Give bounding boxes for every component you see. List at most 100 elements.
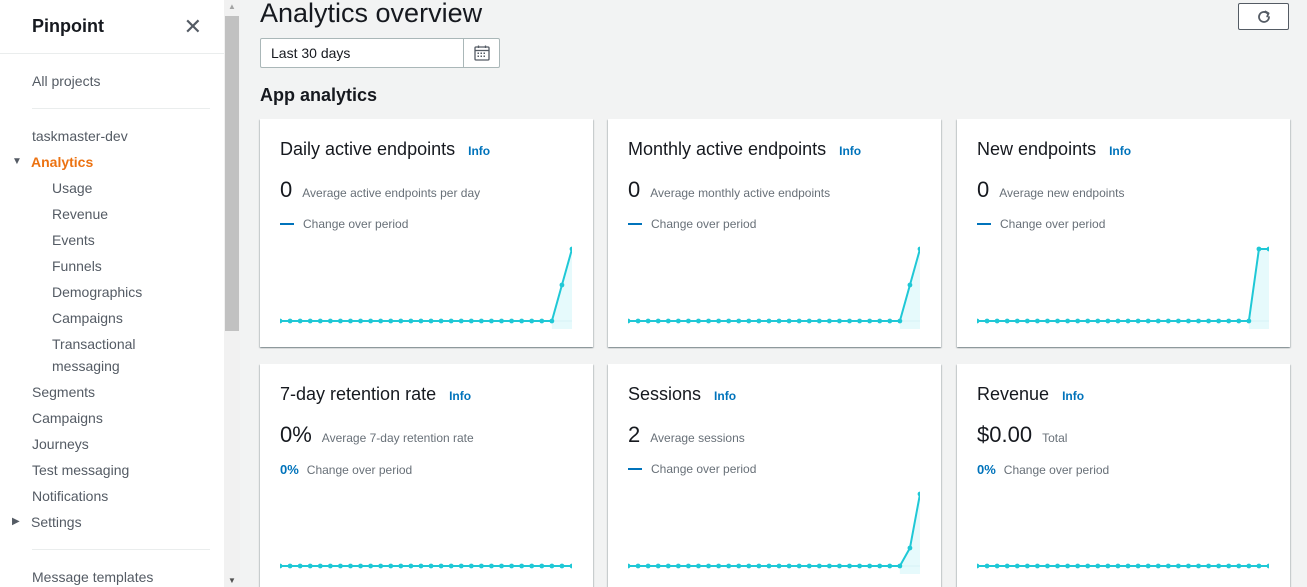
sidebar-item-all-projects[interactable]: All projects — [32, 73, 100, 89]
sparkline-point — [408, 563, 414, 569]
sidebar-item-campaigns[interactable]: Campaigns — [32, 410, 103, 426]
sparkline-point — [796, 318, 802, 324]
sidebar-item-campaigns-analytics[interactable]: Campaigns — [52, 310, 123, 326]
sparkline-point — [736, 563, 742, 569]
sidebar-item-usage[interactable]: Usage — [52, 180, 92, 196]
sidebar-item-settings[interactable]: Settings — [31, 514, 82, 530]
calendar-button[interactable] — [463, 39, 499, 67]
scroll-up-icon[interactable]: ▲ — [228, 2, 236, 11]
sparkline-point — [569, 563, 572, 569]
sparkline-point — [338, 563, 343, 569]
refresh-button[interactable] — [1238, 3, 1289, 30]
sparkline-point — [1165, 563, 1171, 569]
change-percent: 0% — [280, 462, 299, 477]
sidebar-item-transactional-messaging-line2[interactable]: messaging — [52, 358, 120, 374]
sparkline-point — [907, 545, 913, 551]
sparkline-point — [1075, 318, 1081, 324]
sparkline-point — [686, 318, 691, 324]
sparkline-point — [398, 563, 404, 569]
sparkline-point — [1135, 563, 1141, 569]
sparkline-point — [655, 318, 661, 324]
sparkline-point — [509, 563, 514, 569]
sidebar-title: Pinpoint — [32, 16, 104, 36]
sidebar-item-demographics[interactable]: Demographics — [52, 284, 142, 300]
sparkline-point — [837, 318, 842, 324]
card-title: Sessions — [628, 384, 702, 404]
sparkline-point — [468, 318, 474, 324]
sidebar-item-revenue[interactable]: Revenue — [52, 206, 108, 222]
card-header: Sessions Info — [628, 384, 736, 405]
sparkline-point — [358, 563, 363, 569]
info-link[interactable]: Info — [1062, 389, 1084, 403]
sidebar-item-events[interactable]: Events — [52, 232, 95, 248]
metric-value: 2 — [628, 422, 641, 447]
sparkline-point — [1236, 318, 1242, 324]
sparkline-point — [1085, 563, 1091, 569]
metric-row: 2 Average sessions — [628, 422, 745, 448]
caret-down-icon[interactable]: ▼ — [12, 156, 22, 167]
sidebar-item-funnels[interactable]: Funnels — [52, 258, 102, 274]
metric-label: Average monthly active endpoints — [650, 186, 831, 200]
sparkline-point — [1206, 563, 1211, 569]
sparkline-point — [1004, 318, 1010, 324]
sparkline-point — [1246, 563, 1252, 569]
card-header: Monthly active endpoints Info — [628, 139, 861, 160]
date-range-picker[interactable] — [260, 38, 500, 68]
sparkline-point — [1045, 318, 1050, 324]
sparkline-chart — [628, 491, 920, 574]
scroll-down-icon[interactable]: ▼ — [228, 576, 236, 585]
sparkline-area — [1248, 249, 1269, 329]
sparkline-point — [837, 563, 842, 569]
sidebar-item-journeys[interactable]: Journeys — [32, 436, 89, 452]
sparkline-point — [1065, 318, 1071, 324]
sparkline-point — [1085, 318, 1091, 324]
sidebar-item-transactional-messaging[interactable]: Transactional — [52, 336, 136, 352]
sparkline-point — [509, 318, 514, 324]
sparkline-point — [857, 318, 862, 324]
card-header: Revenue Info — [977, 384, 1084, 405]
metric-row: 0% Average 7-day retention rate — [280, 422, 474, 448]
metric-row: 0 Average new endpoints — [977, 177, 1124, 203]
sidebar-item-test-messaging[interactable]: Test messaging — [32, 462, 129, 478]
sparkline-point — [1145, 318, 1151, 324]
sparkline-point — [826, 563, 832, 569]
sparkline-point — [297, 318, 303, 324]
info-link[interactable]: Info — [839, 144, 861, 158]
change-row: Change over period — [977, 217, 1105, 231]
sparkline-point — [675, 563, 681, 569]
sidebar-item-project[interactable]: taskmaster-dev — [32, 128, 128, 144]
sparkline-point — [428, 563, 434, 569]
date-range-input[interactable] — [261, 39, 463, 67]
sparkline-point — [887, 318, 893, 324]
sparkline-point — [348, 563, 353, 569]
info-link[interactable]: Info — [449, 389, 471, 403]
scroll-thumb[interactable] — [225, 16, 239, 331]
sparkline-point — [1115, 563, 1121, 569]
sidebar-scrollbar[interactable]: ▲ ▼ — [224, 0, 240, 587]
sparkline-point — [1145, 563, 1151, 569]
info-link[interactable]: Info — [714, 389, 736, 403]
close-icon[interactable]: ✕ — [184, 15, 202, 38]
caret-right-icon[interactable]: ▶ — [12, 516, 20, 527]
sparkline-point — [766, 318, 772, 324]
change-row: Change over period — [628, 217, 756, 231]
sidebar-item-notifications[interactable]: Notifications — [32, 488, 108, 504]
sparkline-point — [458, 563, 464, 569]
card-title: Revenue — [977, 384, 1050, 404]
sparkline-point — [645, 563, 651, 569]
sparkline-point — [1024, 563, 1030, 569]
sparkline-point — [887, 563, 893, 569]
sidebar-item-segments[interactable]: Segments — [32, 384, 95, 400]
sparkline-chart — [280, 563, 572, 569]
card-daily-active-endpoints: Daily active endpoints Info 0 Average ac… — [260, 119, 593, 347]
sparkline-point — [1155, 563, 1161, 569]
sparkline-point — [1045, 563, 1050, 569]
sparkline-point — [1186, 563, 1191, 569]
sparkline-point — [1055, 318, 1060, 324]
sparkline-point — [756, 563, 762, 569]
sidebar-item-message-templates[interactable]: Message templates — [32, 569, 153, 585]
sidebar-item-analytics[interactable]: Analytics — [31, 154, 93, 170]
info-link[interactable]: Info — [1109, 144, 1131, 158]
sidebar-divider — [32, 108, 210, 109]
info-link[interactable]: Info — [468, 144, 490, 158]
